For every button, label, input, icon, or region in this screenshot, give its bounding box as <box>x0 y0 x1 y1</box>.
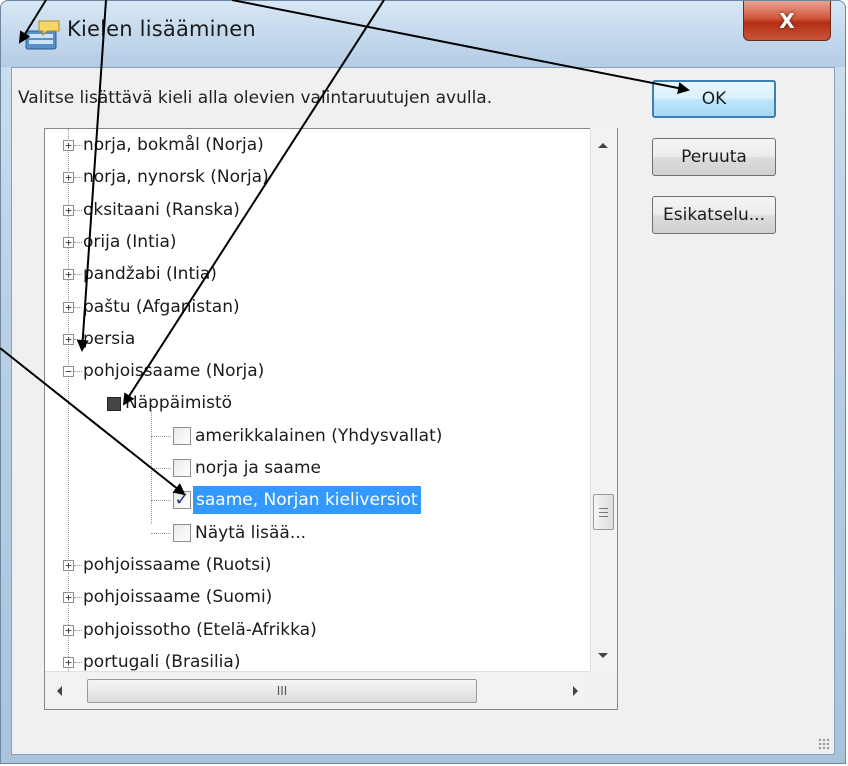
grip-line <box>599 508 608 509</box>
collapse-icon[interactable]: − <box>63 366 74 378</box>
tree-connector <box>74 209 82 211</box>
instruction-text: Valitse lisättävä kieli alla olevien val… <box>18 88 493 108</box>
tree-connector <box>151 500 171 502</box>
horizontal-scrollbar[interactable]: III <box>45 671 590 709</box>
tree-item-language[interactable]: persia <box>83 325 135 353</box>
tree-connector <box>74 597 82 599</box>
tree-item-language[interactable]: paštu (Afganistan) <box>83 293 240 321</box>
cancel-button[interactable]: Peruuta <box>652 138 776 176</box>
grip-line <box>599 516 608 517</box>
tree-group-keyboard[interactable]: Näppäimistö <box>125 389 232 417</box>
language-icon <box>25 20 60 50</box>
option-label[interactable]: norja ja saame <box>195 454 321 482</box>
scroll-left-arrow-icon[interactable] <box>57 686 62 696</box>
resize-grip-icon[interactable] <box>818 738 830 750</box>
horizontal-scroll-thumb[interactable]: III <box>87 679 477 703</box>
option-checkbox[interactable] <box>173 459 191 477</box>
tree-connector <box>74 241 82 243</box>
vertical-scrollbar[interactable] <box>590 128 617 671</box>
tree-connector <box>74 564 82 566</box>
preview-button[interactable]: Esikatselu... <box>652 196 776 234</box>
tree-connector <box>151 532 171 534</box>
close-button[interactable]: X <box>743 1 831 41</box>
tree-connector <box>74 177 82 179</box>
tree-item-language[interactable]: pohjoissaame (Suomi) <box>83 583 272 611</box>
expand-icon[interactable]: + <box>63 204 74 216</box>
expand-icon[interactable]: + <box>63 172 74 184</box>
tree-connector <box>74 338 82 340</box>
scroll-up-arrow-icon[interactable] <box>598 143 608 148</box>
tree-connector <box>74 274 82 276</box>
option-checkbox[interactable] <box>173 426 191 445</box>
expand-icon[interactable]: + <box>63 333 74 345</box>
tree-connector <box>74 371 82 373</box>
option-label[interactable]: saame, Norjan kieliversiot <box>193 486 421 515</box>
window-title: Kielen lisääminen <box>67 17 256 41</box>
tree-item-language[interactable]: norja, nynorsk (Norja) <box>83 163 269 191</box>
tree-item-language[interactable]: oksitaani (Ranska) <box>83 196 240 224</box>
title-bar[interactable]: Kielen lisääminen X <box>1 1 845 67</box>
tree-item-language[interactable]: pohjoissotho (Etelä-Afrikka) <box>83 616 317 644</box>
option-label[interactable]: Näytä lisää... <box>195 519 306 547</box>
tree-item-expanded-language[interactable]: pohjoissaame (Norja) <box>83 357 264 385</box>
tree-item-language[interactable]: orija (Intia) <box>83 228 177 256</box>
option-checkbox[interactable] <box>173 523 191 542</box>
tree-connector <box>74 661 82 663</box>
tree-connector <box>151 468 171 469</box>
scroll-down-arrow-icon[interactable] <box>598 653 608 658</box>
language-tree[interactable]: + norja, bokmål (Norja) + norja, nynorsk (N… <box>44 128 618 710</box>
grip-line <box>599 512 608 513</box>
expand-icon[interactable]: + <box>63 269 74 281</box>
tree-item-language[interactable]: pandžabi (Intia) <box>83 260 217 288</box>
expand-icon[interactable]: + <box>63 140 74 151</box>
tree-item-language[interactable]: norja, bokmål (Norja) <box>83 131 264 159</box>
scroll-right-arrow-icon[interactable] <box>573 686 578 696</box>
expand-icon[interactable]: + <box>63 559 74 571</box>
ok-button[interactable]: OK <box>652 80 776 118</box>
tree-connector <box>74 629 82 631</box>
expand-icon[interactable]: + <box>63 236 74 248</box>
tree-connector <box>151 435 171 437</box>
option-label[interactable]: amerikkalainen (Yhdysvallat) <box>195 422 442 450</box>
scrollbar-corner <box>590 671 617 709</box>
tree-connector <box>74 306 82 308</box>
expand-icon[interactable]: + <box>63 592 74 604</box>
option-checkbox[interactable]: ✓ <box>173 491 191 510</box>
expand-icon[interactable]: + <box>63 624 74 636</box>
keyboard-icon[interactable] <box>107 397 121 412</box>
tree-connector <box>74 145 82 146</box>
expand-icon[interactable]: + <box>63 656 74 668</box>
expand-icon[interactable]: + <box>63 301 74 313</box>
vertical-scroll-thumb[interactable] <box>593 494 614 530</box>
tree-item-language[interactable]: pohjoissaame (Ruotsi) <box>83 551 272 579</box>
